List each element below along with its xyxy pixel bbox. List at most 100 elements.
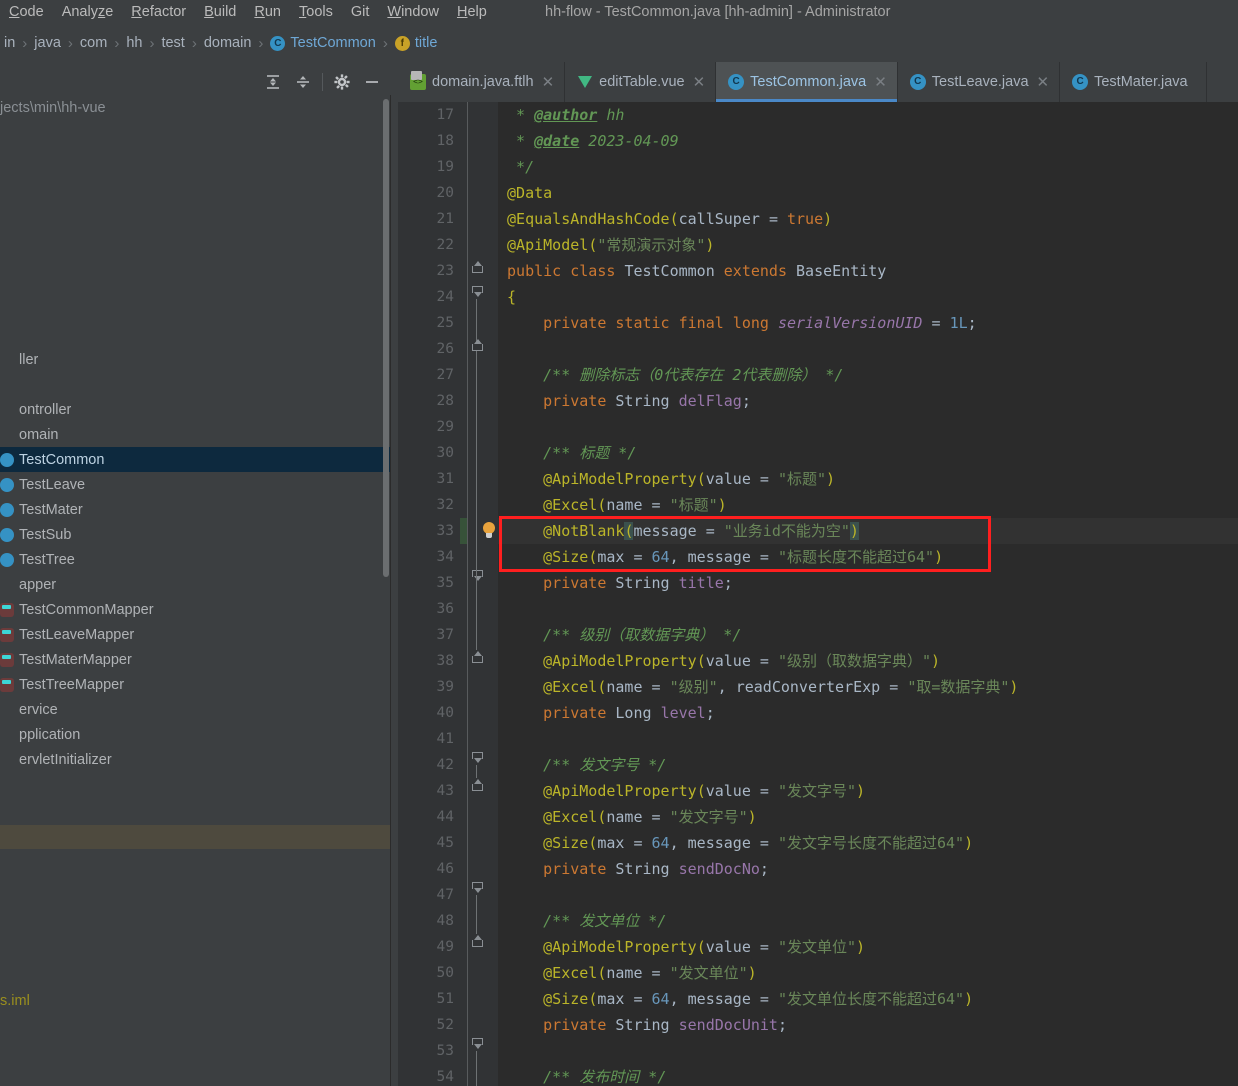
tree-item-ller[interactable]: ller — [0, 347, 390, 372]
code-line[interactable]: /** 发文单位 */ — [498, 908, 666, 934]
panel-divider[interactable] — [390, 95, 391, 1086]
java-class-icon — [728, 74, 745, 90]
tree-item-testcommonmapper[interactable]: TestCommonMapper — [0, 597, 390, 622]
tree-item-testcommon[interactable]: TestCommon — [0, 447, 390, 472]
code-line[interactable]: @Excel(name = "发文字号") — [498, 804, 757, 830]
expand-all-icon[interactable] — [258, 67, 288, 97]
tree-item-testsub[interactable]: TestSub — [0, 522, 390, 547]
menu-item-refactor[interactable]: Refactor — [122, 0, 195, 24]
code-line[interactable]: */ — [498, 154, 534, 180]
code-content[interactable]: 17 18 19 20 21 22 23 24 25 26 27 28 29 3… — [398, 102, 1238, 1086]
gear-icon[interactable] — [327, 67, 357, 97]
menu-item-code[interactable]: Code — [0, 0, 53, 24]
tree-item-mapper[interactable]: apper — [0, 572, 390, 597]
code-line[interactable]: private static final long serialVersionU… — [498, 310, 977, 336]
breadcrumb-item-hh[interactable]: hh — [126, 35, 142, 51]
breadcrumb-separator-icon: › — [258, 34, 264, 52]
tree-item-testmatermapper[interactable]: TestMaterMapper — [0, 647, 390, 672]
project-scrollbar[interactable] — [383, 99, 389, 577]
menu-item-run[interactable]: Run — [245, 0, 290, 24]
collapse-all-icon[interactable] — [288, 67, 318, 97]
close-icon[interactable]: ✕ — [1037, 75, 1050, 90]
code-line[interactable]: @Data — [498, 180, 552, 206]
tree-item-iml-file[interactable]: s.iml — [0, 993, 30, 1009]
tab-testmater-java[interactable]: TestMater.java — [1060, 62, 1207, 102]
menu-item-build[interactable]: Build — [195, 0, 245, 24]
menu-item-git[interactable]: Git — [342, 0, 379, 24]
breadcrumb-item-title[interactable]: f title — [394, 35, 438, 51]
code-line[interactable]: @Excel(name = "标题") — [498, 492, 727, 518]
folder-icon — [0, 353, 14, 367]
menu-item-tools[interactable]: Tools — [290, 0, 342, 24]
close-icon[interactable]: ✕ — [693, 75, 706, 90]
tree-item-domain[interactable]: omain — [0, 422, 390, 447]
code-line[interactable]: @Size(max = 64, message = "发文字号长度不能超过64"… — [498, 830, 973, 856]
close-icon[interactable]: ✕ — [874, 75, 887, 90]
menu-item-window[interactable]: Window — [378, 0, 448, 24]
code-line[interactable]: @Size(max = 64, message = "标题长度不能超过64") — [498, 544, 943, 570]
folder-icon — [0, 753, 14, 767]
hide-icon[interactable] — [357, 67, 387, 97]
breadcrumb-item-domain[interactable]: domain — [204, 35, 252, 51]
tree-item-testleavemapper[interactable]: TestLeaveMapper — [0, 622, 390, 647]
code-line[interactable]: @Excel(name = "发文单位") — [498, 960, 757, 986]
breadcrumb-separator-icon: › — [382, 34, 388, 52]
code-line[interactable]: /** 级别（取数据字典） */ — [498, 622, 741, 648]
code-line[interactable]: /** 删除标志（0代表存在 2代表删除） */ — [498, 362, 843, 388]
tree-item-testleave[interactable]: TestLeave — [0, 472, 390, 497]
project-tree-panel[interactable]: jects\min\hh-vue ller ontroller omain Te… — [0, 95, 390, 1086]
tree-item-label: ller — [19, 351, 39, 368]
code-line[interactable]: /** 发文字号 */ — [498, 752, 666, 778]
menu-item-help[interactable]: Help — [448, 0, 496, 24]
tree-item-application[interactable]: pplication — [0, 722, 390, 747]
editor-tab-bar: domain.java.ftlh ✕ editTable.vue ✕ TestC… — [398, 62, 1238, 102]
code-line[interactable]: /** 标题 */ — [498, 440, 636, 466]
tree-item-servletinitializer[interactable]: ervletInitializer — [0, 747, 390, 772]
line-number: 48 — [436, 913, 454, 929]
code-line[interactable]: private Long level; — [498, 700, 715, 726]
tree-item-controller[interactable]: ontroller — [0, 397, 390, 422]
code-line[interactable]: public class TestCommon extends BaseEnti… — [498, 258, 886, 284]
tab-testleave-java[interactable]: TestLeave.java ✕ — [897, 62, 1061, 102]
breadcrumb-item-in[interactable]: in — [4, 35, 15, 51]
line-number: 22 — [436, 237, 454, 253]
breadcrumb-item-label: title — [414, 35, 438, 51]
breadcrumb-item-com[interactable]: com — [80, 35, 107, 51]
code-line[interactable]: @ApiModelProperty(value = "级别（取数据字典）") — [498, 648, 940, 674]
tab-testcommon-java[interactable]: TestCommon.java ✕ — [716, 62, 898, 102]
code-line[interactable]: @ApiModel("常规演示对象") — [498, 232, 714, 258]
breadcrumb-item-java[interactable]: java — [34, 35, 61, 51]
line-number: 18 — [436, 133, 454, 149]
tree-item-service[interactable]: ervice — [0, 697, 390, 722]
code-line[interactable]: @ApiModelProperty(value = "发文单位") — [498, 934, 865, 960]
menu-item-analyze[interactable]: Analyze — [53, 0, 123, 24]
tab-label: TestMater.java — [1094, 74, 1188, 90]
code-line[interactable]: * @author hh — [498, 102, 624, 128]
tree-item-testmater[interactable]: TestMater — [0, 497, 390, 522]
tree-item-highlighted-row[interactable] — [0, 825, 390, 849]
tree-item-testtree[interactable]: TestTree — [0, 547, 390, 572]
code-line[interactable]: /** 发布时间 */ — [498, 1064, 666, 1086]
tab-domain-java-ftlh[interactable]: domain.java.ftlh ✕ — [398, 62, 566, 102]
field-icon: f — [394, 35, 410, 51]
code-line[interactable]: @ApiModelProperty(value = "发文字号") — [498, 778, 865, 804]
breadcrumb-item-test[interactable]: test — [161, 35, 184, 51]
code-line[interactable]: private String sendDocNo; — [498, 856, 769, 882]
close-icon[interactable]: ✕ — [542, 75, 555, 90]
code-line[interactable]: private String sendDocUnit; — [498, 1012, 787, 1038]
code-line[interactable]: @ApiModelProperty(value = "标题") — [498, 466, 835, 492]
code-editor[interactable]: 17 18 19 20 21 22 23 24 25 26 27 28 29 3… — [398, 102, 1238, 1086]
code-line[interactable]: @NotBlank(message = "业务id不能为空") — [498, 518, 859, 544]
code-line[interactable]: @Excel(name = "级别", readConverterExp = "… — [498, 674, 1018, 700]
code-line[interactable]: @EqualsAndHashCode(callSuper = true) — [498, 206, 832, 232]
line-number: 37 — [436, 627, 454, 643]
code-line[interactable]: * @date 2023-04-09 — [498, 128, 679, 154]
code-line[interactable]: private String delFlag; — [498, 388, 751, 414]
tree-item-testtreemapper[interactable]: TestTreeMapper — [0, 672, 390, 697]
code-line[interactable]: @Size(max = 64, message = "发文单位长度不能超过64"… — [498, 986, 973, 1012]
tab-edittable-vue[interactable]: editTable.vue ✕ — [565, 62, 717, 102]
code-line[interactable]: { — [498, 284, 516, 310]
breadcrumb-item-testcommon[interactable]: C TestCommon — [270, 35, 376, 51]
mapper-interface-icon — [0, 677, 14, 692]
code-line[interactable]: private String title; — [498, 570, 733, 596]
